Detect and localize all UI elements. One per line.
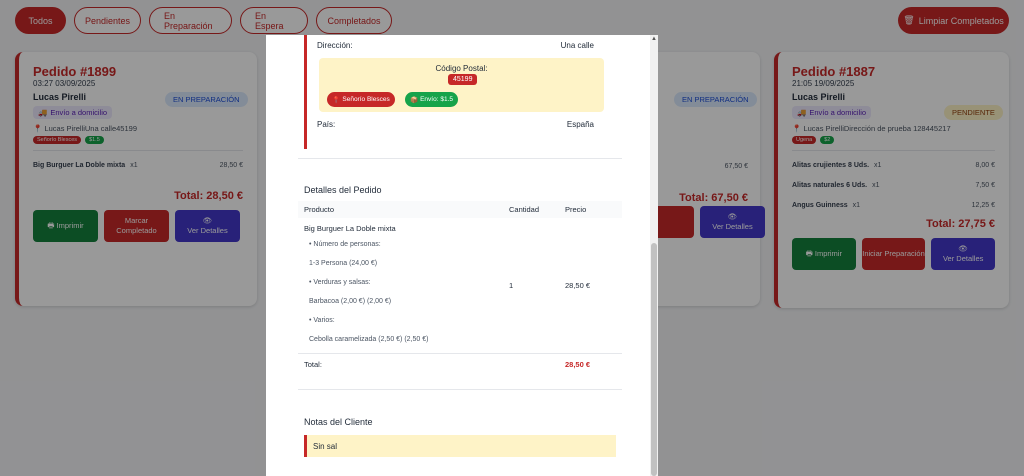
country-label: País: (317, 120, 336, 129)
shipping-chip-label: Envío: $1.5 (420, 96, 453, 103)
total-value: 28,50 € (565, 360, 591, 369)
country-value: España (566, 120, 594, 129)
order-details-section: Detalles del Pedido Producto Cantidad Pr… (298, 185, 622, 375)
notes-heading: Notas del Cliente (304, 417, 373, 427)
postal-code-badge: 45199 (448, 74, 478, 85)
column-header: Cantidad (509, 205, 540, 214)
scrollbar-thumb[interactable] (651, 243, 657, 476)
scroll-up-arrow-icon[interactable]: ▲ (651, 36, 657, 44)
product-qty: 1 (509, 281, 514, 290)
order-details-modal: Dirección: Una calle Código Postal: 4519… (266, 35, 658, 476)
address-value: Una calle (560, 41, 594, 50)
notes-box: Sin sal (304, 435, 616, 457)
option-line: • Verduras y salsas: (309, 279, 371, 286)
column-header: Precio (565, 205, 587, 214)
total-label: Total: (304, 360, 322, 369)
column-header: Producto (304, 205, 335, 214)
postal-label: Código Postal: (435, 64, 488, 73)
notes-text: Sin sal (313, 441, 338, 451)
product-name: Big Burguer La Doble mixta (304, 224, 396, 233)
divider (298, 158, 622, 159)
product-price: 28,50 € (565, 281, 591, 290)
scrollbar[interactable]: ▲ (650, 35, 658, 476)
zone-chip: 📍 Señorío Blesces (327, 92, 395, 107)
details-heading: Detalles del Pedido (304, 185, 382, 195)
option-line: • Varios: (309, 317, 335, 324)
notes-section: Notas del Cliente Sin sal (298, 417, 622, 457)
option-line: 1-3 Persona (24,00 €) (309, 260, 378, 267)
option-line: Barbacoa (2,00 €) (2,00 €) (309, 298, 392, 305)
postal-code-box: Código Postal: 45199 📍 Señorío Blesces 📦 E… (319, 58, 604, 112)
shipping-info-card: Dirección: Una calle Código Postal: 4519… (304, 35, 604, 149)
product-options: • Número de personas: 1-3 Persona (24,00… (304, 235, 497, 349)
address-row: Dirección: Una calle (307, 41, 604, 50)
table-row: Big Burguer La Doble mixta • Número de p… (298, 218, 622, 354)
address-label: Dirección: (317, 41, 353, 50)
country-row: País: España (307, 120, 604, 129)
shipping-chip: 📦 Envío: $1.5 (405, 92, 458, 107)
box-icon: 📦 (410, 96, 419, 104)
option-line: • Número de personas: (309, 241, 381, 248)
divider (298, 389, 622, 390)
zone-chip-label: Señorío Blesces (342, 96, 390, 103)
total-row: Total: 28,50 € (298, 353, 622, 376)
pin-icon: 📍 (332, 96, 341, 104)
order-items-table: Producto Cantidad Precio Big Burguer La … (298, 201, 622, 375)
option-line: Cebolla caramelizada (2,50 €) (2,50 €) (309, 336, 429, 343)
